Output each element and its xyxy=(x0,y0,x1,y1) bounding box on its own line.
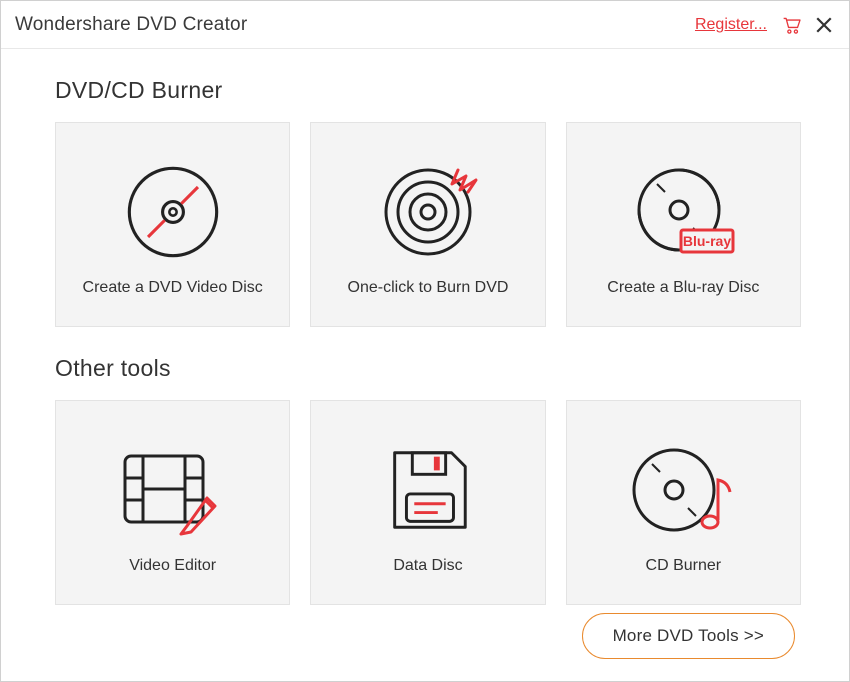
tile-dvd-video[interactable]: Create a DVD Video Disc xyxy=(55,122,290,327)
tile-video-editor[interactable]: Video Editor xyxy=(55,400,290,605)
register-link[interactable]: Register... xyxy=(695,16,767,34)
section-title-burner: DVD/CD Burner xyxy=(55,77,801,104)
close-icon[interactable] xyxy=(815,16,833,34)
tile-one-click-burn[interactable]: One-click to Burn DVD xyxy=(310,122,545,327)
svg-text:Blu-ray: Blu-ray xyxy=(683,233,731,249)
app-title: Wondershare DVD Creator xyxy=(15,14,247,36)
burn-disc-icon xyxy=(372,153,484,271)
burner-tiles: Create a DVD Video Disc One-click to Bur… xyxy=(55,122,801,327)
tile-bluray[interactable]: Blu-ray Create a Blu-ray Disc xyxy=(566,122,801,327)
tile-one-click-label: One-click to Burn DVD xyxy=(348,279,509,297)
more-dvd-tools-button[interactable]: More DVD Tools >> xyxy=(582,613,795,659)
section-title-other: Other tools xyxy=(55,355,801,382)
titlebar: Wondershare DVD Creator Register... xyxy=(1,1,849,49)
cart-icon[interactable] xyxy=(781,16,801,34)
tile-cd-burner[interactable]: CD Burner xyxy=(566,400,801,605)
other-tiles: Video Editor Data Disc xyxy=(55,400,801,605)
tile-video-editor-label: Video Editor xyxy=(129,557,216,575)
tile-bluray-label: Create a Blu-ray Disc xyxy=(607,279,759,297)
tile-cd-burner-label: CD Burner xyxy=(646,557,722,575)
tile-data-disc-label: Data Disc xyxy=(393,557,462,575)
tile-data-disc[interactable]: Data Disc xyxy=(310,400,545,605)
bluray-disc-icon: Blu-ray xyxy=(629,153,737,271)
video-editor-icon xyxy=(115,431,231,549)
dvd-disc-icon xyxy=(121,153,225,271)
music-disc-icon xyxy=(628,431,738,549)
tile-dvd-video-label: Create a DVD Video Disc xyxy=(83,279,263,297)
floppy-disk-icon xyxy=(379,431,477,549)
